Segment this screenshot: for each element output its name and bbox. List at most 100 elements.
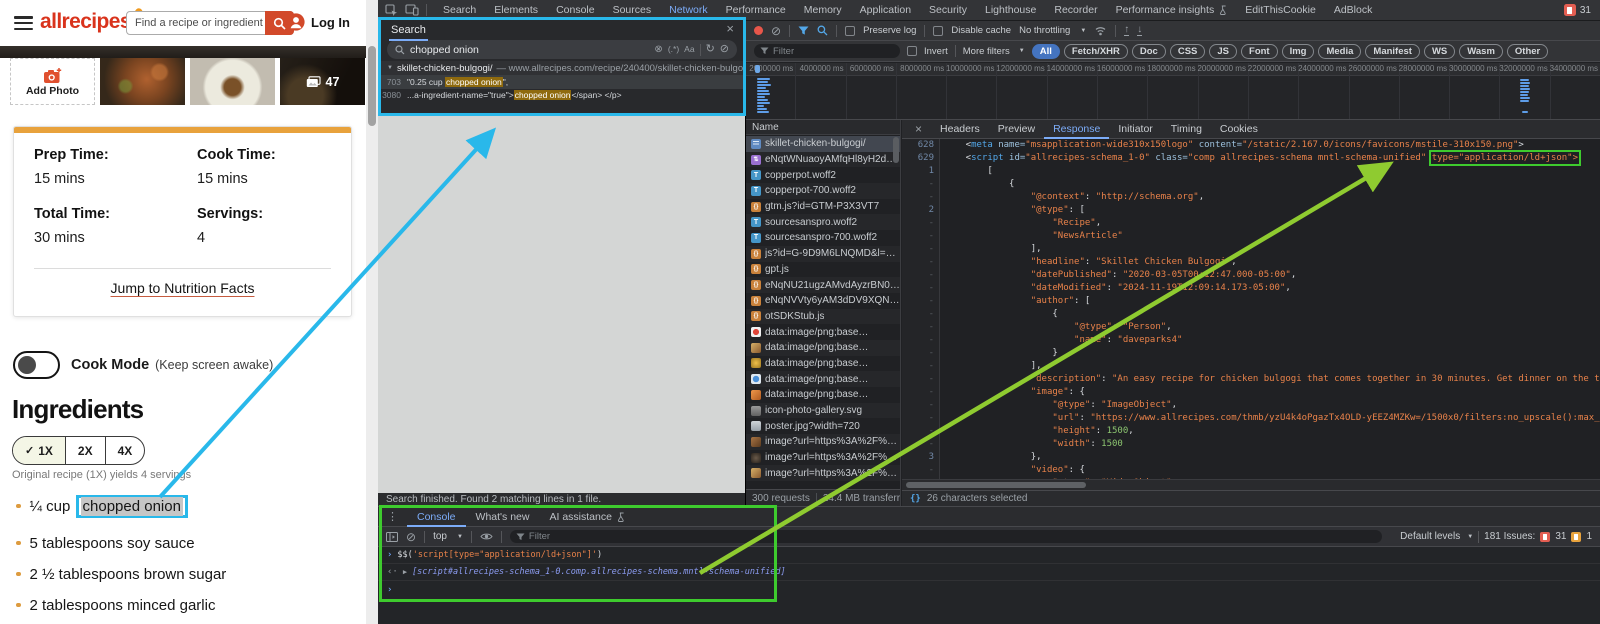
cook-mode-toggle[interactable] — [13, 351, 60, 379]
close-icon[interactable]: × — [906, 122, 931, 136]
network-request-row[interactable]: ⇅eNqtWNuaoyAMfqHl8yH2d… — [746, 152, 900, 168]
clear-input-icon[interactable]: ⊗ — [654, 45, 662, 55]
filter-pill-other[interactable]: Other — [1507, 44, 1548, 59]
network-request-row[interactable]: image?url=https%3A%2F%… — [746, 434, 900, 450]
search-result-file-row[interactable]: ▼ skillet-chicken-bulgogi/ — www.allreci… — [381, 61, 743, 75]
network-request-row[interactable]: skillet-chicken-bulgogi/ — [746, 136, 900, 152]
invert-checkbox[interactable] — [907, 46, 917, 56]
filter-pill-css[interactable]: CSS — [1170, 44, 1206, 59]
more-filters-button[interactable]: More filters — [963, 46, 1010, 57]
network-request-row[interactable]: Tsourcesanspro.woff2 — [746, 214, 900, 230]
filter-icon[interactable] — [798, 26, 809, 36]
filter-pill-ws[interactable]: WS — [1424, 44, 1455, 59]
network-request-row[interactable]: data:image/png;base… — [746, 356, 900, 372]
network-request-row[interactable]: icon-photo-gallery.svg — [746, 403, 900, 419]
details-tab-cookies[interactable]: Cookies — [1211, 120, 1267, 139]
network-overview-timeline[interactable]: 2000000 ms4000000 ms6000000 ms8000000 ms… — [746, 63, 1600, 120]
page-scrollbar[interactable] — [366, 0, 378, 624]
details-tab-preview[interactable]: Preview — [989, 120, 1044, 139]
devtools-tab-editthiscookie[interactable]: EditThisCookie — [1236, 0, 1325, 21]
log-levels-select[interactable]: Default levels — [1400, 531, 1460, 542]
record-icon[interactable] — [754, 26, 763, 35]
network-request-row[interactable]: Tcopperpot.woff2 — [746, 167, 900, 183]
network-request-row[interactable]: data:image/png;base… — [746, 340, 900, 356]
search-match-row[interactable]: 3080...a-ingredient-name="true">chopped … — [381, 89, 743, 103]
match-case-toggle[interactable]: Aa — [684, 45, 694, 54]
scale-option-1x[interactable]: ✓1X — [13, 437, 66, 464]
menu-icon[interactable] — [14, 16, 33, 30]
network-request-row[interactable]: {}gtm.js?id=GTM-P3X3VT7 — [746, 199, 900, 215]
console-result-row[interactable]: ‹· ▶ [script#allrecipes-schema_1-0.comp.… — [378, 564, 1600, 581]
clear-console-icon[interactable]: ⊘ — [406, 531, 416, 543]
network-request-row[interactable]: poster.jpg?width=720 — [746, 418, 900, 434]
scale-option-2x[interactable]: 2X — [66, 437, 106, 464]
network-search-icon[interactable] — [817, 25, 828, 36]
network-request-row[interactable]: {}gpt.js — [746, 262, 900, 278]
console-tab-console[interactable]: Console — [407, 507, 466, 527]
console-filter-input[interactable]: Filter — [510, 530, 1382, 543]
network-request-row[interactable]: data:image/png;base… — [746, 324, 900, 340]
export-har-icon[interactable]: ↓ — [1137, 25, 1142, 36]
horizontal-scrollbar[interactable] — [902, 479, 1600, 490]
request-list-scrollbar[interactable] — [893, 137, 899, 163]
nutrition-link[interactable]: Jump to Nutrition Facts — [14, 280, 351, 296]
scale-option-4x[interactable]: 4X — [106, 437, 145, 464]
filter-pill-wasm[interactable]: Wasm — [1459, 44, 1503, 59]
import-har-icon[interactable]: ↑ — [1124, 25, 1129, 36]
recipe-search-box[interactable]: Find a recipe or ingredient — [126, 11, 294, 35]
error-counter[interactable]: 31 — [1564, 4, 1600, 16]
devtools-tab-recorder[interactable]: Recorder — [1045, 0, 1106, 21]
console-prompt-row[interactable]: › — [378, 581, 1600, 598]
network-filter-input[interactable]: Filter — [754, 44, 900, 58]
refresh-icon[interactable]: ↻ — [706, 44, 715, 55]
login-button[interactable]: Log In — [287, 13, 350, 31]
inspect-icon[interactable] — [385, 4, 398, 17]
scrollbar-thumb[interactable] — [368, 46, 376, 126]
devtools-tab-memory[interactable]: Memory — [795, 0, 851, 21]
devtools-tab-application[interactable]: Application — [851, 0, 920, 21]
device-toolbar-icon[interactable] — [405, 4, 419, 16]
issues-label[interactable]: 181 Issues: — [1484, 531, 1535, 542]
filter-pill-doc[interactable]: Doc — [1132, 44, 1166, 59]
network-request-row[interactable]: {}otSDKStub.js — [746, 309, 900, 325]
devtools-tab-security[interactable]: Security — [920, 0, 976, 21]
photo-gallery-tile[interactable]: 47 — [280, 58, 365, 105]
disable-cache-checkbox[interactable] — [933, 26, 943, 36]
search-match-row[interactable]: 703"0.25 cup chopped onion", — [381, 75, 743, 89]
filter-pill-js[interactable]: JS — [1209, 44, 1237, 59]
network-request-row[interactable]: image?url=https%3A%2F%… — [746, 450, 900, 466]
throttling-select[interactable]: No throttling — [1019, 25, 1070, 36]
network-request-row[interactable]: {}js?id=G-9D9M6LNQMD&l=… — [746, 246, 900, 262]
context-selector[interactable]: top — [433, 531, 447, 542]
filter-pill-font[interactable]: Font — [1241, 44, 1278, 59]
filter-pill-img[interactable]: Img — [1282, 44, 1315, 59]
close-icon[interactable]: × — [726, 21, 734, 36]
filter-pill-media[interactable]: Media — [1318, 44, 1361, 59]
network-request-row[interactable]: {}eNqNVVty6yAM3dDV9XQN… — [746, 293, 900, 309]
devtools-tab-adblock[interactable]: AdBlock — [1325, 0, 1382, 21]
name-column-header[interactable]: Name — [746, 120, 900, 135]
eye-icon[interactable] — [480, 532, 493, 541]
console-sidebar-icon[interactable] — [386, 532, 398, 542]
console-command-row[interactable]: › $$('script[type="application/ld+json"]… — [378, 547, 1600, 564]
network-request-row[interactable]: Tcopperpot-700.woff2 — [746, 183, 900, 199]
expand-triangle-icon[interactable]: ▶ — [403, 568, 407, 576]
devtools-tab-lighthouse[interactable]: Lighthouse — [976, 0, 1045, 21]
details-tab-headers[interactable]: Headers — [931, 120, 989, 139]
network-request-row[interactable]: data:image/png;base… — [746, 371, 900, 387]
preserve-log-checkbox[interactable] — [845, 26, 855, 36]
network-request-row[interactable]: {}eNqNU21ugzAMvdAyzrBN0… — [746, 277, 900, 293]
scrollbar-thumb[interactable] — [906, 482, 1086, 488]
response-source-view[interactable]: 628 <meta name="msapplication-wide310x15… — [902, 139, 1600, 479]
network-request-row[interactable]: Tsourcesanspro-700.woff2 — [746, 230, 900, 246]
search-input[interactable]: chopped onion ⊗ (.*) Aa ↻ ⊘ — [387, 40, 737, 59]
devtools-tab-performance-insights[interactable]: Performance insights — [1107, 0, 1237, 21]
recipe-photo-thumbnail[interactable] — [190, 58, 275, 105]
details-tab-response[interactable]: Response — [1044, 120, 1109, 139]
network-conditions-icon[interactable] — [1094, 25, 1107, 36]
expand-caret-icon[interactable]: ▼ — [387, 65, 393, 71]
network-request-row[interactable]: data:image/png;base… — [746, 387, 900, 403]
kebab-menu-icon[interactable]: ⋮ — [378, 510, 407, 523]
clear-results-icon[interactable]: ⊘ — [720, 44, 729, 55]
network-request-row[interactable]: image?url=https%3A%2F%… — [746, 465, 900, 481]
